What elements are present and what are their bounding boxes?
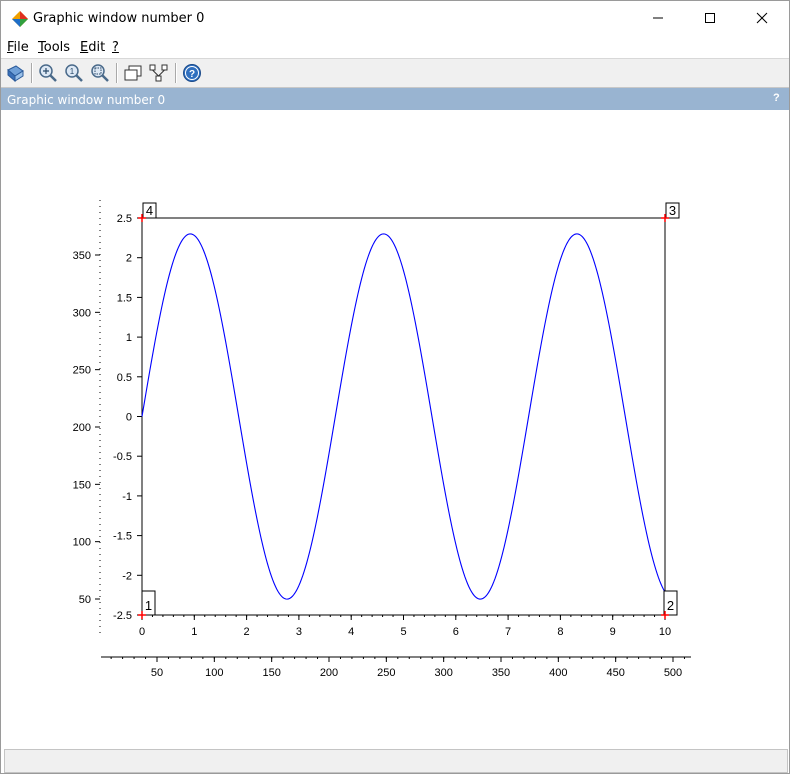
rotate-icon	[7, 65, 24, 83]
rotate-button[interactable]	[4, 62, 26, 84]
x-tick-label: 1	[191, 626, 197, 638]
help-button[interactable]: ?	[181, 62, 203, 84]
graphic-window: Graphic window number 0 File Tools Edit …	[0, 0, 790, 774]
status-bar	[4, 749, 788, 773]
y-tick-label: -0.5	[113, 451, 132, 463]
outer-y-tick-label: 250	[73, 365, 91, 377]
outer-x-tick-label: 500	[664, 667, 682, 679]
y-tick-label: -2	[122, 570, 132, 582]
y-tick-label: 1	[126, 332, 132, 344]
outer-x-tick-label: 50	[151, 667, 163, 679]
outer-y-tick-label: 300	[73, 307, 91, 319]
zoom-reset-icon: 1	[65, 64, 83, 82]
dock-header: Graphic window number 0 ?	[1, 88, 789, 110]
zoom-reset-button[interactable]: 1	[63, 62, 85, 84]
x-tick-label: 10	[659, 626, 671, 638]
plot-canvas[interactable]: 50 100 150 200 250 300 350 400 450 500 50 100 150 200…	[1, 110, 789, 747]
y-tick-label: 0.5	[117, 372, 132, 384]
menu-edit-label: dit	[88, 40, 106, 55]
datatip-button[interactable]	[148, 62, 170, 84]
window-title: Graphic window number 0	[33, 11, 205, 26]
outer-y-tick-label: 50	[79, 594, 91, 606]
zoom-area-button[interactable]	[89, 62, 111, 84]
zoom-area-icon	[91, 64, 109, 82]
y-tick-label: -1	[122, 491, 132, 503]
close-button[interactable]	[739, 1, 785, 35]
outer-x-tick-label: 200	[320, 667, 338, 679]
plot-svg[interactable]: 50 100 150 200 250 300 350 400 450 50050100150200…	[1, 110, 789, 747]
toolbar-separator	[175, 63, 177, 83]
outer-y-tick-label: 150	[73, 479, 91, 491]
y-tick-label: 0	[126, 412, 132, 424]
y-tick-label: -2.5	[113, 610, 132, 622]
menu-edit[interactable]: Edit	[80, 40, 105, 55]
menu-edit-accel: E	[80, 40, 89, 55]
outer-y-tick-label: 100	[73, 537, 91, 549]
window-icon	[124, 65, 142, 81]
outer-x-tick-label: 450	[606, 667, 624, 679]
outer-x-tick-label: 100	[205, 667, 223, 679]
outer-x-tick-label: 300	[434, 667, 452, 679]
outer-x-tick-label: 400	[549, 667, 567, 679]
menu-bar: File Tools Edit ?	[1, 37, 789, 59]
menu-tools-label: ools	[43, 40, 71, 55]
dock-help-icon[interactable]: ?	[773, 92, 780, 104]
svg-text:?: ?	[189, 69, 195, 80]
scilab-logo-icon	[12, 11, 28, 27]
y-tick-label: 2	[126, 253, 132, 265]
maximize-button[interactable]	[687, 1, 733, 35]
x-tick-label: 9	[610, 626, 616, 638]
outer-x-tick-label: 350	[492, 667, 510, 679]
dock-title: Graphic window number 0	[7, 93, 166, 107]
corner-label: 3	[669, 203, 676, 218]
zoom-in-icon	[39, 64, 57, 82]
outer-x-tick-label: 150	[262, 667, 280, 679]
x-tick-label: 0	[139, 626, 145, 638]
minimize-icon	[653, 17, 663, 19]
x-tick-label: 2	[244, 626, 250, 638]
outer-x-tick-label: 250	[377, 667, 395, 679]
outer-y-tick-label: 350	[73, 250, 91, 262]
x-tick-label: 4	[348, 626, 354, 638]
datatip-icon	[149, 64, 168, 82]
minimize-button[interactable]	[635, 1, 681, 35]
menu-help[interactable]: ?	[112, 40, 119, 55]
menu-file[interactable]: File	[7, 40, 29, 55]
toolbar-separator	[31, 63, 33, 83]
y-tick-label: 2.5	[117, 213, 132, 225]
menu-tools[interactable]: Tools	[38, 40, 70, 55]
toolbar-separator	[116, 63, 118, 83]
corner-label: 1	[145, 598, 152, 613]
outer-y-tick-label: 200	[73, 422, 91, 434]
x-tick-label: 8	[557, 626, 563, 638]
y-tick-label: 1.5	[117, 292, 132, 304]
x-tick-label: 3	[296, 626, 302, 638]
svg-text:1: 1	[70, 67, 75, 76]
menu-help-accel: ?	[112, 40, 119, 55]
title-bar[interactable]: Graphic window number 0	[1, 1, 789, 37]
axes-box	[141, 217, 666, 616]
help-icon: ?	[183, 64, 201, 82]
corner-label: 2	[667, 598, 674, 613]
menu-file-label: ile	[13, 40, 29, 55]
toolbar: 1 ?	[1, 59, 789, 88]
x-tick-label: 6	[453, 626, 459, 638]
x-tick-label: 7	[505, 626, 511, 638]
new-window-button[interactable]	[122, 62, 144, 84]
maximize-icon	[705, 13, 715, 23]
y-tick-label: -1.5	[113, 531, 132, 543]
x-tick-label: 5	[400, 626, 406, 638]
zoom-in-button[interactable]	[37, 62, 59, 84]
series-line	[141, 233, 666, 600]
close-icon	[756, 12, 768, 24]
corner-label: 4	[146, 203, 153, 218]
